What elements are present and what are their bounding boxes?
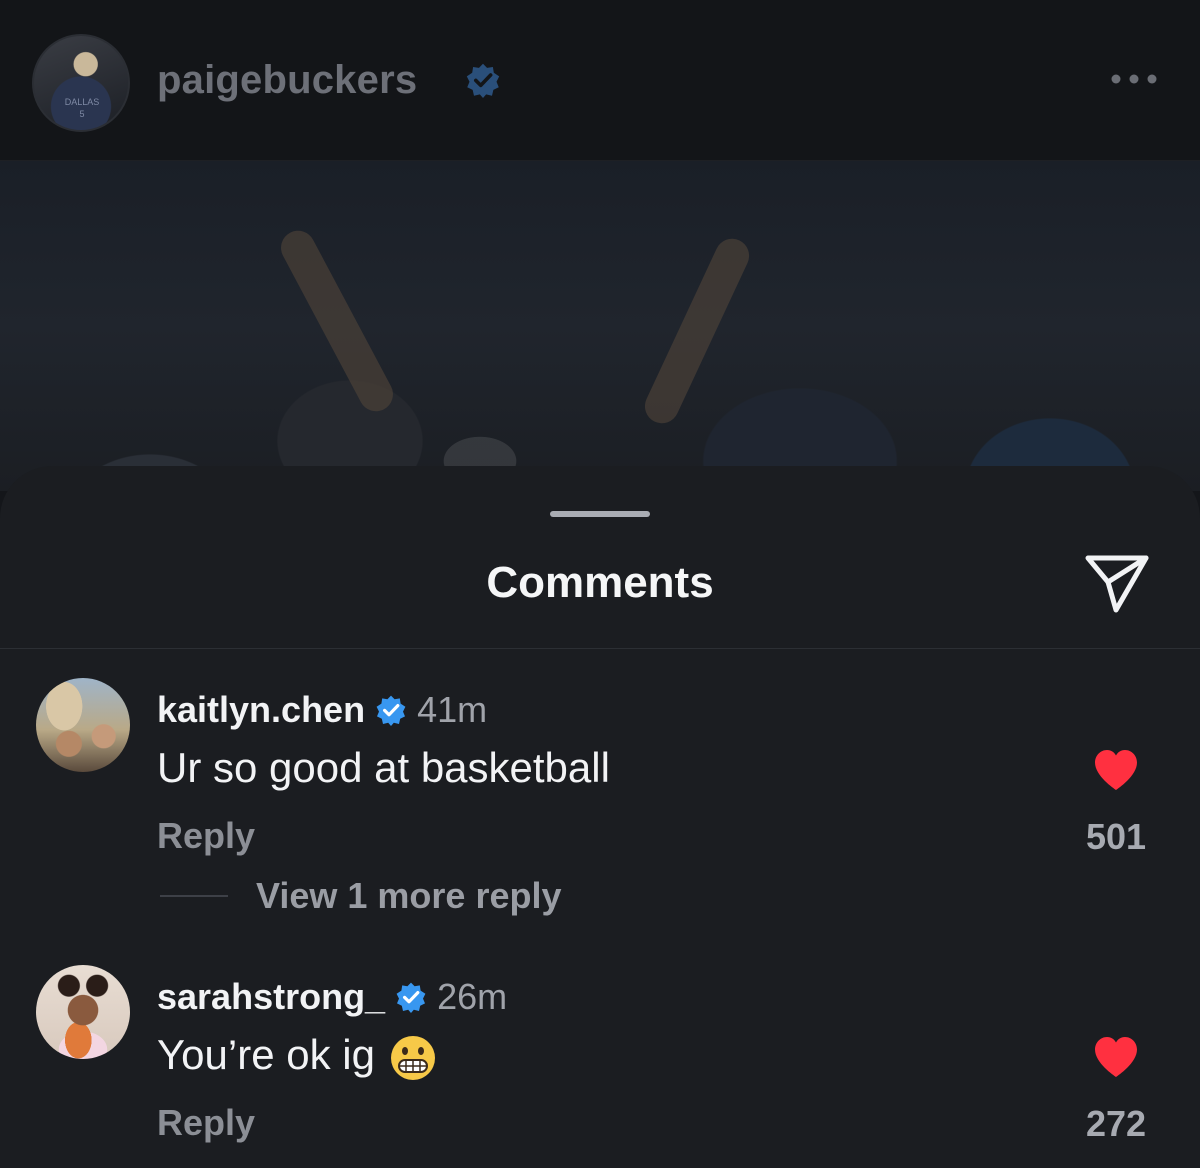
screen: DALLAS 5 paigebuckers Comments kaitlyn.c… [0, 0, 1200, 1168]
comment-text: Ur so good at basketball [157, 744, 610, 791]
post-photo[interactable] [0, 161, 1200, 491]
author-avatar[interactable]: DALLAS 5 [32, 34, 130, 132]
more-options-icon[interactable] [1108, 68, 1160, 90]
comment-item: sarahstrong_ 26m You’re ok ig Reply 272 [0, 965, 1200, 1165]
post-header: DALLAS 5 paigebuckers [0, 0, 1200, 161]
comment-header: sarahstrong_ 26m [157, 975, 507, 1019]
view-replies-label[interactable]: View 1 more reply [256, 875, 562, 917]
comment-time: 26m [437, 976, 508, 1017]
avatar-jersey-text: DALLAS 5 [64, 97, 100, 119]
sheet-title: Comments [486, 558, 714, 607]
photo-crowd-detail [275, 224, 399, 418]
sheet-divider [0, 648, 1200, 649]
photo-crowd-detail [639, 233, 755, 429]
commenter-avatar[interactable] [36, 678, 130, 772]
like-count: 272 [1085, 1103, 1147, 1144]
reply-button[interactable]: Reply [157, 815, 255, 857]
comments-sheet: Comments kaitlyn.chen 41m Ur so good at … [0, 466, 1200, 1168]
grimacing-face-icon [390, 1035, 435, 1080]
view-more-replies[interactable]: View 1 more reply [160, 874, 562, 918]
share-send-icon[interactable] [1082, 550, 1152, 616]
heart-icon[interactable] [1092, 1035, 1140, 1079]
comment-item: kaitlyn.chen 41m Ur so good at basketbal… [0, 678, 1200, 878]
verified-badge-icon [376, 695, 406, 726]
reply-button[interactable]: Reply [157, 1102, 255, 1144]
comment-header: kaitlyn.chen 41m [157, 688, 487, 732]
drag-handle[interactable] [550, 511, 650, 517]
replies-divider-line [160, 895, 228, 897]
author-username[interactable]: paigebuckers [157, 58, 417, 103]
like-count: 501 [1085, 816, 1147, 857]
comment-text-row: You’re ok ig [157, 1031, 437, 1082]
comment-time: 41m [417, 689, 488, 730]
heart-icon[interactable] [1092, 748, 1140, 792]
verified-badge-icon [466, 63, 500, 98]
verified-badge-icon [396, 982, 426, 1013]
commenter-username[interactable]: sarahstrong_ [157, 976, 385, 1018]
comment-text: You’re ok ig [157, 1031, 375, 1078]
commenter-username[interactable]: kaitlyn.chen [157, 689, 365, 731]
commenter-avatar[interactable] [36, 965, 130, 1059]
